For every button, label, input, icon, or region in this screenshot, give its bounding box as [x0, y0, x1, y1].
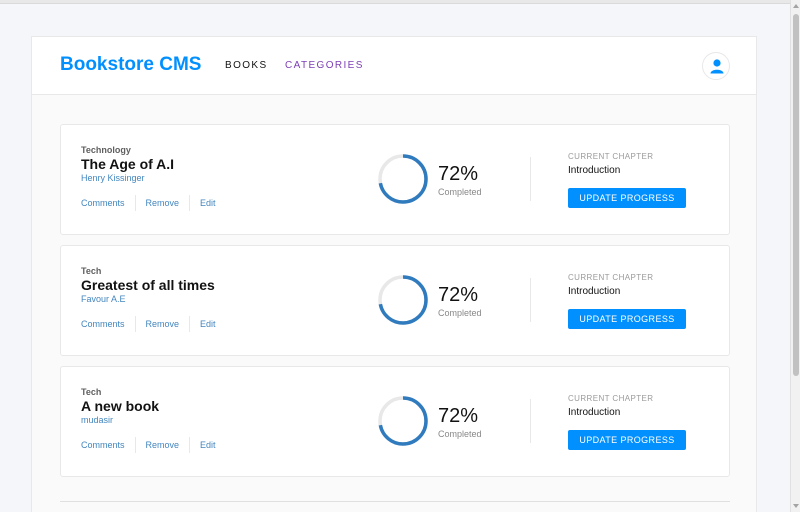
- remove-button[interactable]: Remove: [136, 198, 190, 208]
- progress-ring: [378, 154, 428, 204]
- vertical-scrollbar[interactable]: [790, 0, 800, 512]
- book-author: Henry Kissinger: [81, 173, 145, 183]
- book-category: Tech: [81, 266, 102, 276]
- nav-categories[interactable]: CATEGORIES: [285, 60, 364, 71]
- list-bottom-divider: [60, 501, 730, 502]
- book-title: Greatest of all times: [81, 277, 215, 293]
- book-actions: Comments Remove Edit: [81, 316, 226, 332]
- edit-button[interactable]: Edit: [190, 440, 226, 450]
- book-title: The Age of A.I: [81, 156, 175, 172]
- book-category: Technology: [81, 145, 131, 155]
- completed-label: Completed: [438, 187, 482, 197]
- user-avatar-button[interactable]: [702, 52, 730, 80]
- current-chapter: Introduction: [568, 286, 621, 297]
- book-card: Tech A new book mudasir Comments Remove …: [60, 366, 730, 477]
- nav-books[interactable]: BOOKS: [225, 60, 268, 71]
- user-icon: [710, 59, 724, 74]
- book-title: A new book: [81, 398, 160, 414]
- scrollbar-thumb[interactable]: [793, 14, 799, 376]
- comments-button[interactable]: Comments: [81, 319, 135, 329]
- current-chapter: Introduction: [568, 407, 621, 418]
- browser-top-edge: [0, 0, 790, 4]
- update-progress-button[interactable]: UPDATE PROGRESS: [568, 309, 686, 329]
- comments-button[interactable]: Comments: [81, 198, 135, 208]
- scroll-up-icon[interactable]: [793, 4, 799, 8]
- book-card: Technology The Age of A.I Henry Kissinge…: [60, 124, 730, 235]
- book-actions: Comments Remove Edit: [81, 437, 226, 453]
- edit-button[interactable]: Edit: [190, 319, 226, 329]
- book-author: mudasir: [81, 415, 114, 425]
- book-actions: Comments Remove Edit: [81, 195, 226, 211]
- section-divider: [530, 157, 531, 201]
- section-divider: [530, 278, 531, 322]
- progress-ring: [378, 275, 428, 325]
- progress-percent: 72%: [438, 284, 479, 306]
- progress-ring: [378, 396, 428, 446]
- remove-button[interactable]: Remove: [136, 319, 190, 329]
- section-divider: [530, 399, 531, 443]
- comments-button[interactable]: Comments: [81, 440, 135, 450]
- book-author: Favour A.E: [81, 294, 126, 304]
- main-panel: Bookstore CMS BOOKS CATEGORIES Technolog…: [31, 36, 757, 512]
- header: Bookstore CMS BOOKS CATEGORIES: [32, 37, 756, 95]
- current-chapter: Introduction: [568, 165, 621, 176]
- scroll-down-icon[interactable]: [793, 504, 799, 508]
- current-chapter-label: CURRENT CHAPTER: [568, 394, 654, 403]
- remove-button[interactable]: Remove: [136, 440, 190, 450]
- book-card: Tech Greatest of all times Favour A.E Co…: [60, 245, 730, 356]
- completed-label: Completed: [438, 308, 482, 318]
- current-chapter-label: CURRENT CHAPTER: [568, 152, 654, 161]
- update-progress-button[interactable]: UPDATE PROGRESS: [568, 430, 686, 450]
- current-chapter-label: CURRENT CHAPTER: [568, 273, 654, 282]
- completed-label: Completed: [438, 429, 482, 439]
- update-progress-button[interactable]: UPDATE PROGRESS: [568, 188, 686, 208]
- edit-button[interactable]: Edit: [190, 198, 226, 208]
- book-category: Tech: [81, 387, 102, 397]
- brand-logo[interactable]: Bookstore CMS: [60, 54, 201, 76]
- progress-percent: 72%: [438, 163, 479, 185]
- progress-percent: 72%: [438, 405, 479, 427]
